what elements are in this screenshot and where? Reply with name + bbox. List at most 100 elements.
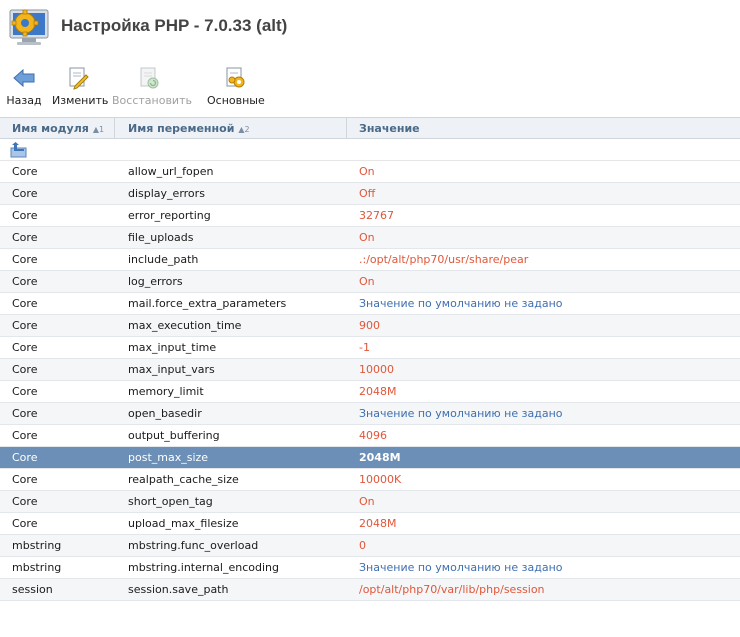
column-header-variable[interactable]: Имя переменной ▲2 [116, 118, 346, 139]
variable-name-cell: max_input_time [128, 341, 217, 354]
settings-monitor-icon [9, 9, 49, 45]
back-label: Назад [6, 94, 42, 107]
module-cell: Core [12, 363, 38, 376]
table-row[interactable]: Core allow_url_fopen On [0, 161, 740, 183]
table-row[interactable]: Core memory_limit 2048M [0, 381, 740, 403]
table-row[interactable]: Core output_buffering 4096 [0, 425, 740, 447]
column-header-value-label: Значение [359, 122, 420, 135]
value-cell: .:/opt/alt/php70/usr/share/pear [359, 253, 529, 266]
table-row[interactable]: Core realpath_cache_size 10000K [0, 469, 740, 491]
edit-button[interactable]: Изменить [52, 60, 109, 108]
table-row[interactable]: Core display_errors Off [0, 183, 740, 205]
value-cell: 900 [359, 319, 380, 332]
table-row[interactable]: Core include_path .:/opt/alt/php70/usr/sha… [0, 249, 740, 271]
variable-name-cell: memory_limit [128, 385, 204, 398]
variable-name-cell: file_uploads [128, 231, 194, 244]
module-cell: Core [12, 253, 38, 266]
table-row[interactable]: mbstring mbstring.func_overload 0 [0, 535, 740, 557]
restore-document-icon [140, 67, 159, 89]
value-cell: 2048M [359, 385, 397, 398]
table-row[interactable]: Core file_uploads On [0, 227, 740, 249]
variable-name-cell: mail.force_extra_parameters [128, 297, 287, 310]
variable-name-cell: include_path [128, 253, 199, 266]
php-settings-table: Имя модуля ▲1 Имя переменной ▲2 Значение C… [0, 117, 740, 601]
table-row[interactable]: Core open_basedir Значение по умолчанию не… [0, 403, 740, 425]
variable-name-cell: post_max_size [128, 451, 209, 464]
module-cell: Core [12, 385, 38, 398]
table-row[interactable]: Core post_max_size 2048M [0, 447, 740, 469]
value-cell: On [359, 275, 375, 288]
table-row[interactable]: Core mail.force_extra_parameters Значение … [0, 293, 740, 315]
table-row[interactable]: mbstring mbstring.internal_encoding Значен… [0, 557, 740, 579]
variable-name-cell: open_basedir [128, 407, 202, 420]
column-header-module-label: Имя модуля [12, 122, 89, 135]
value-cell: On [359, 231, 375, 244]
value-cell: -1 [359, 341, 370, 354]
value-cell: 10000 [359, 363, 394, 376]
module-cell: Core [12, 495, 38, 508]
settings-document-icon [226, 67, 245, 88]
value-cell: 10000K [359, 473, 402, 486]
value-cell: On [359, 495, 375, 508]
basic-settings-label: Основные [207, 94, 265, 107]
variable-name-cell: upload_max_filesize [128, 517, 239, 530]
restore-button[interactable]: Восстановить [112, 60, 192, 108]
value-cell: 2048M [359, 451, 401, 464]
value-cell: 32767 [359, 209, 394, 222]
up-level-row [0, 139, 740, 161]
table-row[interactable]: Core max_execution_time 900 [0, 315, 740, 337]
variable-name-cell: max_input_vars [128, 363, 215, 376]
variable-name-cell: short_open_tag [128, 495, 213, 508]
module-cell: mbstring [12, 539, 62, 552]
module-cell: Core [12, 187, 38, 200]
table-row[interactable]: Core log_errors On [0, 271, 740, 293]
column-header-module[interactable]: Имя модуля ▲1 [0, 118, 114, 139]
value-cell: 2048M [359, 517, 397, 530]
folder-up-icon[interactable] [10, 142, 28, 158]
page-title: Настройка PHP - 7.0.33 (alt) [61, 16, 288, 35]
module-cell: Core [12, 231, 38, 244]
value-cell: 0 [359, 539, 366, 552]
module-cell: Core [12, 407, 38, 420]
table-row[interactable]: Core short_open_tag On [0, 491, 740, 513]
table-header: Имя модуля ▲1 Имя переменной ▲2 Значение [0, 117, 740, 139]
table-row[interactable]: Core upload_max_filesize 2048M [0, 513, 740, 535]
value-cell: 4096 [359, 429, 387, 442]
edit-label: Изменить [52, 94, 109, 107]
basic-settings-button[interactable]: Основные [207, 60, 265, 108]
page-header: Настройка PHP - 7.0.33 (alt) [0, 0, 740, 54]
module-cell: Core [12, 341, 38, 354]
value-cell: Значение по умолчанию не задано [359, 297, 563, 310]
table-row[interactable]: Core max_input_time -1 [0, 337, 740, 359]
table-body: Core allow_url_fopen On Core display_errors O… [0, 161, 740, 601]
table-row[interactable]: Core error_reporting 32767 [0, 205, 740, 227]
variable-name-cell: session.save_path [128, 583, 229, 596]
variable-name-cell: error_reporting [128, 209, 211, 222]
module-cell: Core [12, 517, 38, 530]
toolbar: Назад Изменить Восстановить Основные [0, 60, 740, 110]
variable-name-cell: allow_url_fopen [128, 165, 214, 178]
restore-label: Восстановить [112, 94, 192, 107]
column-header-variable-label: Имя переменной [128, 122, 235, 135]
back-button[interactable]: Назад [6, 60, 42, 108]
variable-name-cell: mbstring.func_overload [128, 539, 259, 552]
module-cell: session [12, 583, 53, 596]
variable-name-cell: max_execution_time [128, 319, 242, 332]
module-cell: Core [12, 297, 38, 310]
variable-name-cell: output_buffering [128, 429, 220, 442]
module-cell: mbstring [12, 561, 62, 574]
table-row[interactable]: Core max_input_vars 10000 [0, 359, 740, 381]
table-row[interactable]: session session.save_path/opt/alt/php70/v… [0, 579, 740, 601]
variable-name-cell: mbstring.internal_encoding [128, 561, 279, 574]
column-header-value[interactable]: Значение [347, 118, 740, 139]
sort-asc-icon: ▲2 [238, 125, 250, 134]
sort-asc-icon: ▲1 [92, 125, 105, 134]
module-cell: Core [12, 473, 38, 486]
variable-name-cell: log_errors [128, 275, 183, 288]
module-cell: Core [12, 165, 38, 178]
edit-document-icon [69, 67, 89, 90]
module-cell: Core [12, 429, 38, 442]
arrow-left-icon [13, 68, 35, 88]
module-cell: Core [12, 451, 38, 464]
value-cell: Значение по умолчанию не задано [359, 561, 563, 574]
